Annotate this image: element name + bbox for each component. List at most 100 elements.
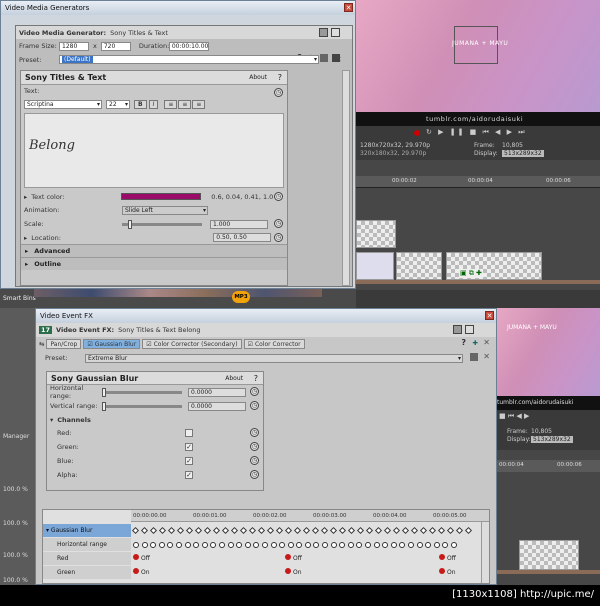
keyframe-icon[interactable]: ◷: [274, 233, 283, 242]
bold-button[interactable]: B: [134, 99, 147, 109]
keyframe-marker[interactable]: [410, 526, 419, 535]
keyframe-marker[interactable]: [450, 541, 457, 548]
fx-chip-color-corrector[interactable]: ☑ Color Corrector: [243, 339, 305, 349]
keyframe-marker[interactable]: [279, 541, 286, 548]
keyframe-icon[interactable]: ◷: [250, 456, 259, 465]
keyframe-marker[interactable]: [339, 541, 346, 548]
video-clip[interactable]: ▣ ⧉ ✚: [446, 252, 542, 280]
frame-height-input[interactable]: 720: [100, 41, 131, 51]
split-view-icon[interactable]: [453, 325, 462, 334]
slider-thumb[interactable]: [102, 387, 106, 397]
keyframe-marker[interactable]: [227, 541, 234, 548]
track-opacity[interactable]: 100.0 %: [3, 552, 28, 559]
alpha-checkbox[interactable]: ✓: [185, 471, 193, 479]
keyframe-marker[interactable]: [329, 526, 338, 535]
about-button[interactable]: About: [249, 74, 267, 81]
keyframe-icon[interactable]: ◷: [250, 442, 259, 451]
keyframe-marker[interactable]: [439, 554, 445, 560]
track-opacity[interactable]: 100.0 %: [3, 577, 28, 584]
keyframe-marker[interactable]: [392, 526, 401, 535]
keyframe-marker[interactable]: [365, 526, 374, 535]
collapse-arrow-icon[interactable]: ▾: [50, 416, 53, 424]
v-range-slider[interactable]: [102, 401, 182, 411]
keyframe-marker[interactable]: [428, 526, 437, 535]
keyframe-marker[interactable]: [131, 526, 140, 535]
align-left-icon[interactable]: ≡: [164, 99, 178, 109]
keyframe-marker[interactable]: [167, 526, 176, 535]
keyframe-marker[interactable]: [285, 554, 291, 560]
vef-titlebar[interactable]: Video Event FX ✕: [36, 309, 496, 323]
keyframe-marker[interactable]: [201, 541, 208, 548]
outline-section[interactable]: ▸ Outline: [21, 257, 287, 270]
keyframe-marker[interactable]: [133, 568, 139, 574]
keyframe-marker[interactable]: [419, 526, 428, 535]
keyframe-marker[interactable]: [266, 526, 275, 535]
duration-input[interactable]: 00:00:10.00: [168, 41, 209, 51]
keyframe-marker[interactable]: [253, 541, 260, 548]
keyframe-marker[interactable]: [439, 568, 445, 574]
green-channel-keys[interactable]: On On On: [133, 566, 483, 579]
frame-width-input[interactable]: 1280: [59, 41, 89, 51]
keyframe-marker[interactable]: [203, 526, 212, 535]
expand-arrow-icon[interactable]: ▸: [24, 234, 27, 242]
keyframe-marker[interactable]: [133, 541, 139, 548]
advanced-section[interactable]: ▸ Advanced: [21, 244, 287, 257]
text-color-swatch[interactable]: [121, 193, 202, 200]
options-icon[interactable]: [332, 54, 340, 62]
keyframe-marker[interactable]: [293, 526, 302, 535]
font-dropdown[interactable]: Scriptina ▾: [24, 99, 102, 109]
keyframe-marker[interactable]: [338, 526, 347, 535]
fx-chip-gaussian-blur[interactable]: ☑ Gaussian Blur: [83, 339, 141, 349]
keyframe-icon[interactable]: ◷: [250, 470, 259, 479]
keyframe-marker[interactable]: [330, 541, 337, 548]
chain-arrow-icon[interactable]: ⇆: [39, 340, 44, 348]
italic-button[interactable]: I: [148, 99, 159, 109]
keyframe-marker[interactable]: [464, 526, 473, 535]
track-row-red[interactable]: Red: [43, 552, 131, 565]
track-row-hrange[interactable]: Horizontal range: [43, 538, 131, 551]
mp3-icon[interactable]: MP3: [232, 291, 250, 303]
keyframe-icon[interactable]: ◷: [250, 401, 259, 410]
animation-dropdown[interactable]: Slide Left ▾: [122, 205, 208, 215]
keyframe-marker[interactable]: [416, 541, 423, 548]
keyframe-marker[interactable]: [446, 526, 455, 535]
vmg-scrollbar[interactable]: [342, 70, 350, 286]
layout-icon[interactable]: [331, 28, 340, 37]
help-button[interactable]: ?: [254, 374, 258, 383]
keyframe-marker[interactable]: [347, 526, 356, 535]
checkbox-icon[interactable]: ☑: [87, 341, 92, 348]
keyframe-marker[interactable]: [442, 541, 449, 548]
preset-dropdown[interactable]: Extreme Blur ▾: [85, 353, 463, 363]
channels-header[interactable]: ▾ Channels: [47, 413, 263, 426]
keyframe-icon[interactable]: ◷: [274, 192, 283, 201]
track-row-green[interactable]: Green: [43, 566, 131, 579]
fx-chip-color-corrector-secondary[interactable]: ☑ Color Corrector (Secondary): [142, 339, 242, 349]
keyframe-marker[interactable]: [374, 526, 383, 535]
green-checkbox[interactable]: ✓: [185, 443, 193, 451]
video-clip[interactable]: [356, 220, 396, 248]
keyframe-marker[interactable]: [304, 541, 311, 548]
chevron-down-icon[interactable]: ▾: [314, 56, 317, 63]
checkbox-icon[interactable]: ☑: [248, 341, 253, 348]
keyframe-marker[interactable]: [158, 541, 165, 548]
preset-dropdown[interactable]: (Default) ▾: [59, 55, 319, 64]
help-icon[interactable]: ?: [461, 338, 466, 347]
keyframe-marker[interactable]: [382, 541, 389, 548]
chevron-down-icon[interactable]: ▾: [125, 101, 128, 108]
keyframe-marker[interactable]: [322, 541, 329, 548]
keyframe-marker[interactable]: [140, 526, 149, 535]
keyframe-marker[interactable]: [218, 541, 225, 548]
video-clip[interactable]: [519, 540, 579, 570]
checkbox-icon[interactable]: ☑: [146, 341, 151, 348]
keyframe-marker[interactable]: [176, 526, 185, 535]
layout-icon[interactable]: [465, 325, 474, 334]
keyframe-marker[interactable]: [257, 526, 266, 535]
keyframe-marker[interactable]: [356, 526, 365, 535]
timeline-top[interactable]: 00:00:02 00:00:04 00:00:06 ▣ ⧉ ✚: [356, 160, 600, 290]
keyframe-marker[interactable]: [167, 541, 174, 548]
chevron-down-icon[interactable]: ▾: [458, 355, 461, 362]
keyframe-icon[interactable]: ◷: [250, 428, 259, 437]
keyframe-marker[interactable]: [221, 526, 230, 535]
track-header-gaussian[interactable]: ▾ Gaussian Blur: [43, 524, 131, 537]
keyframe-marker[interactable]: [185, 526, 194, 535]
